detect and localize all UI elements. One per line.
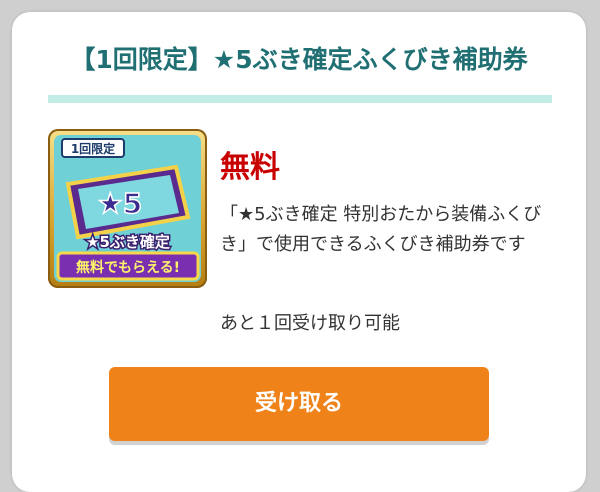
free-banner-text: 無料でもらえる! (76, 259, 180, 276)
ticket-thumbnail: 1回限定 ★5 ★5ぶき確定 無料でもらえる! (48, 129, 207, 288)
card-title: 【1回限定】★5ぶき確定ふくびき補助券 (70, 45, 528, 74)
price-label: 無料 (220, 150, 280, 185)
limited-badge-text: 1回限定 (71, 141, 115, 156)
ticket-star-text: ★5 (98, 187, 143, 220)
remaining-count: あと１回受け取り可能 (220, 313, 400, 334)
item-description: 「★5ぶき確定 特別おたから装備ふくびき」で使用できるふくびき補助券です (220, 204, 542, 255)
claim-button[interactable]: 受け取る (109, 367, 489, 441)
ticket-mid-text: ★5ぶき確定 (86, 233, 170, 251)
ticket-card: 【1回限定】★5ぶき確定ふくびき補助券 1回限定 ★5 ★5ぶき確定 無料でもら… (12, 12, 586, 492)
title-divider (48, 95, 552, 103)
